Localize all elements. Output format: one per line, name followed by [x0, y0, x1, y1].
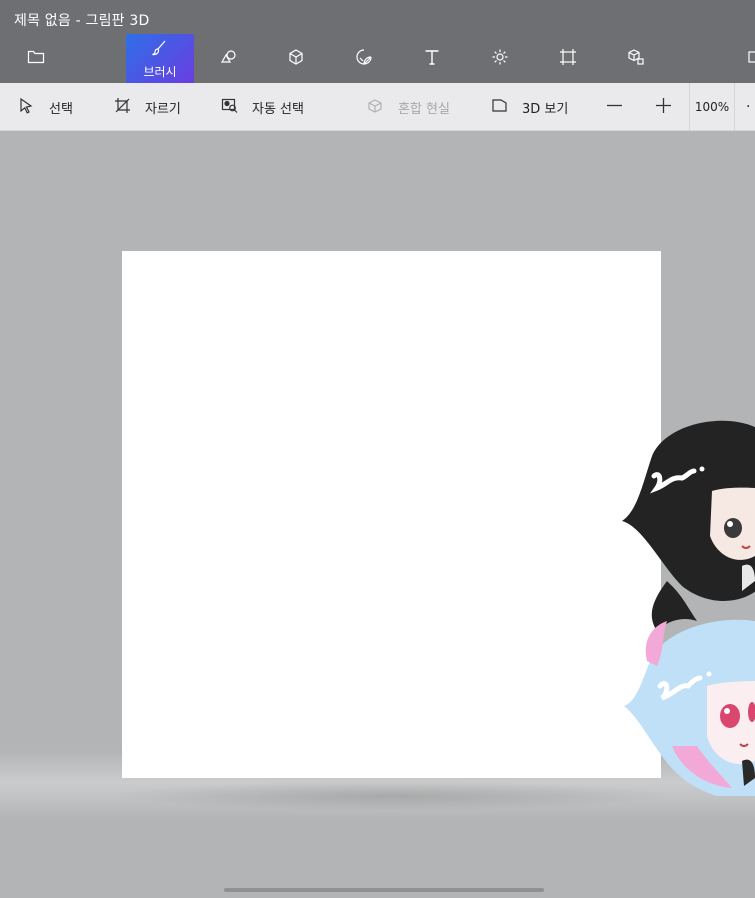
horizontal-scrollbar[interactable]: [224, 888, 544, 892]
tool-3d-shapes[interactable]: [262, 34, 330, 83]
more-icon: ·: [746, 99, 751, 115]
crop-icon: [114, 97, 145, 118]
tool-canvas[interactable]: [534, 34, 602, 83]
text-icon: [423, 48, 441, 70]
magic-select-label: 자동 선택: [252, 101, 304, 117]
mixed-reality-button[interactable]: 혼합 현실: [367, 83, 450, 131]
more-options-button[interactable]: ·: [746, 83, 750, 131]
3d-cube-icon: [287, 48, 305, 70]
magic-select-icon: [221, 97, 252, 118]
blue-haired-chibi: [624, 619, 755, 796]
tool-text[interactable]: [398, 34, 466, 83]
magic-select-button[interactable]: 자동 선택: [221, 83, 304, 131]
brush-icon: [151, 37, 169, 61]
window-title: 제목 없음 - 그림판 3D: [14, 13, 150, 29]
menu-button[interactable]: [2, 34, 70, 83]
plus-icon: [655, 97, 686, 118]
tool-3d-library[interactable]: [602, 34, 670, 83]
chibi-stickers[interactable]: [612, 416, 755, 796]
tool-brushes[interactable]: 브러시: [126, 34, 194, 83]
tool-effects[interactable]: [466, 34, 534, 83]
cursor-arrow-icon: [18, 97, 49, 118]
tool-2d-shapes[interactable]: [194, 34, 262, 83]
zoom-level[interactable]: 100%: [689, 83, 735, 131]
crop-label: 자르기: [145, 101, 181, 117]
3d-library-icon: [627, 48, 645, 70]
2d-shapes-icon: [219, 48, 237, 70]
title-bar: 제목 없음 - 그림판 3D: [0, 0, 755, 34]
zoom-out-button[interactable]: [606, 83, 637, 131]
sun-icon: [491, 48, 509, 70]
drawing-canvas[interactable]: [122, 251, 661, 778]
sticker-icon: [355, 48, 373, 70]
mixed-reality-icon: [367, 97, 398, 118]
crop-button[interactable]: 자르기: [114, 83, 181, 131]
canvas-shadow: [112, 781, 672, 811]
zoom-in-button[interactable]: [655, 83, 686, 131]
sticker-panel-edge-button[interactable]: [740, 34, 755, 83]
tool-brushes-label: 브러시: [143, 65, 177, 79]
dark-haired-chibi: [622, 420, 755, 631]
panel-icon: [739, 48, 755, 70]
minus-icon: [606, 97, 637, 118]
folder-icon: [27, 48, 45, 70]
workspace[interactable]: [0, 131, 755, 898]
canvas-icon: [559, 48, 577, 70]
select-label: 선택: [49, 101, 73, 117]
sub-toolbar: 선택 자르기 자동 선택 혼합 현실 3D 보기 100% ·: [0, 83, 755, 131]
mixed-reality-label: 혼합 현실: [398, 101, 450, 117]
main-toolbar: 브러시: [0, 34, 755, 83]
tool-stickers[interactable]: [330, 34, 398, 83]
view-3d-button[interactable]: 3D 보기: [491, 83, 568, 131]
select-button[interactable]: 선택: [18, 83, 73, 131]
view-3d-icon: [491, 97, 522, 118]
view-3d-label: 3D 보기: [522, 101, 569, 117]
